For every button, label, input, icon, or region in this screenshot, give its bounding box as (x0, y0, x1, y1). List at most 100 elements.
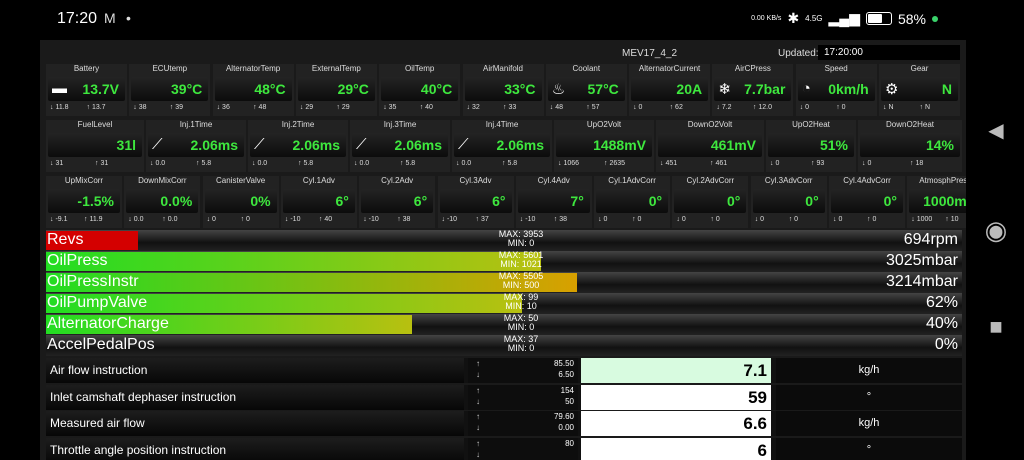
gauge-tile-alternatorcurrent[interactable]: AlternatorCurrent 20A ↓ 0 ↑ 62 (629, 64, 711, 116)
gauge-value: 0% (250, 193, 271, 209)
gauge-min: ↓ 0 (676, 216, 686, 223)
bar-label: Revs (47, 231, 84, 248)
gauge-value: 7° (570, 193, 584, 209)
bar-label: OilPumpValve (47, 294, 148, 311)
gauge-tile-inj-4time[interactable]: Inj.4Time ⟋ 2.06ms ↓ 0.0 ↑ 5.8 (452, 120, 552, 172)
gauge-label: Coolant (572, 64, 601, 73)
gauge-min: ↓ 48 (549, 104, 564, 111)
bar-gauge-oilpressinstr[interactable]: OilPressInstr MAX: 5505 MIN: 500 3214mbar (46, 272, 962, 293)
gauge-tile-oiltemp[interactable]: OilTemp 40°C ↓ 35 ↑ 40 (379, 64, 461, 116)
gauge-tile-cyl-1advcorr[interactable]: Cyl.1AdvCorr 0° ↓ 0 ↑ 0 (594, 176, 671, 228)
gauge-tile-cyl-1adv[interactable]: Cyl.1Adv 6° ↓ -10 ↑ 40 (280, 176, 357, 228)
gauge-max: ↑ 12.0 (752, 104, 772, 111)
gauge-max: ↑ 39 (169, 104, 184, 111)
gauge-tile-inj-1time[interactable]: Inj.1Time ⟋ 2.06ms ↓ 0.0 ↑ 5.8 (146, 120, 246, 172)
gauge-tile-inj-2time[interactable]: Inj.2Time ⟋ 2.06ms ↓ 0.0 ↑ 5.8 (248, 120, 348, 172)
gauge-value: 29°C (337, 81, 369, 97)
gauge-tile-cyl-2adv[interactable]: Cyl.2Adv 6° ↓ -10 ↑ 38 (359, 176, 436, 228)
table-row[interactable]: Air flow instruction ↑ ↓ 85.50 6.50 7.1 kg/h (46, 358, 962, 383)
gauge-label: Inj.3Time (383, 120, 417, 129)
bar-value: 62% (925, 294, 958, 311)
gauge-tile-downo2volt[interactable]: DownO2Volt 461mV ↓ 451 ↑ 461 (656, 120, 764, 172)
gauge-tile-airmanifold[interactable]: AirManifold 33°C ↓ 32 ↑ 33 (462, 64, 544, 116)
gauge-value-box: 0° (831, 189, 903, 213)
gauge-max: ↑ 5.8 (196, 160, 212, 167)
gauge-value-box: ⟋ 2.06ms (454, 133, 550, 157)
gauge-tile-ecutemp[interactable]: ECUtemp 39°C ↓ 38 ↑ 39 (129, 64, 211, 116)
gauge-tile-upmixcorr[interactable]: UpMixCorr -1.5% ↓ -9.1 ↑ 11.9 (46, 176, 122, 228)
gauge-value-box: ⟋ 2.06ms (148, 133, 244, 157)
bar-gauge-oilpress[interactable]: OilPress MAX: 5601 MIN: 1021 3025mbar (46, 251, 962, 272)
gauge-value: 57°C (587, 81, 619, 97)
gauge-min: ↓ 36 (216, 104, 230, 111)
gauge-tile-alternatortemp[interactable]: AlternatorTemp 48°C ↓ 36 ↑ 48 (212, 64, 294, 116)
gauge-tile-upo2volt[interactable]: UpO2Volt 1488mV ↓ 1066 ↑ 2635 (554, 120, 654, 172)
gauge-label: Cyl.3Adv (459, 176, 492, 185)
gauge-value-box: 461mV (658, 133, 762, 157)
gauge-label: AirCPress (734, 64, 771, 73)
battery-percent: 58% (897, 10, 926, 27)
gauge-value: 1000mb (923, 193, 966, 209)
bar-label: AlternatorCharge (47, 315, 169, 332)
gauge-tile-cyl-3advcorr[interactable]: Cyl.3AdvCorr 0° ↓ 0 ↑ 0 (750, 176, 827, 228)
gauge-tile-cyl-4adv[interactable]: Cyl.4Adv 7° ↓ -10 ↑ 38 (515, 176, 592, 228)
gauge-tile-downmixcorr[interactable]: DownMixCorr 0.0% ↓ 0.0 ↑ 0.0 (124, 176, 201, 228)
bar-gauge-accelpedalpos[interactable]: AccelPedalPos MAX: 37 MIN: 0 0% (46, 335, 962, 356)
gmail-icon: M (104, 10, 116, 26)
arrow-down-icon: ↓ (476, 449, 480, 459)
table-row[interactable]: Throttle angle position instruction ↑ ↓ 80 6… (46, 437, 962, 460)
gauge-tile-fuellevel[interactable]: FuelLevel 31l ↓ 31 ↑ 31 (46, 120, 144, 172)
gauge-max: ↑ 38 (553, 216, 568, 223)
gauge-tile-atmosphpress[interactable]: AtmosphPress 1000mb ↓ 1000 ↑ 10 (907, 176, 966, 228)
recents-icon[interactable]: ■ (968, 314, 1024, 340)
dot-icon: • (126, 10, 131, 26)
gauge-tile-externaltemp[interactable]: ExternalTemp 29°C ↓ 29 ↑ 29 (295, 64, 377, 116)
back-icon[interactable]: ◀ (968, 118, 1024, 143)
bar-gauge-revs[interactable]: Revs MAX: 3953 MIN: 0 694rpm (46, 230, 962, 251)
gauge-tile-cyl-3adv[interactable]: Cyl.3Adv 6° ↓ -10 ↑ 37 (437, 176, 514, 228)
gauge-max: ↑ 62 (669, 104, 683, 111)
gauge-tile-cyl-4advcorr[interactable]: Cyl.4AdvCorr 0° ↓ 0 ↑ 0 (829, 176, 905, 228)
table-row[interactable]: Inlet camshaft dephaser instruction ↑ ↓ 154… (46, 384, 962, 410)
bar-gauge-oilpumpvalve[interactable]: OilPumpValve MAX: 99 MIN: 10 62% (46, 293, 962, 314)
gauge-value-box: 0° (752, 189, 825, 213)
param-max: 80 (565, 438, 574, 448)
gauge-max: ↑ 31 (95, 160, 109, 167)
gauge-max: ↑ 0 (788, 216, 799, 223)
param-unit: kg/h (776, 411, 962, 436)
gauge-label: FuelLevel (77, 120, 113, 129)
gauge-max: ↑ 40 (419, 104, 433, 111)
gauge-tile-battery[interactable]: Battery ▬ 13.7V ↓ 11.8 ↑ 13.7 (46, 64, 127, 116)
gearshift-icon: ⚙ (885, 81, 899, 98)
gauge-tile-canistervalve[interactable]: CanisterValve 0% ↓ 0 ↑ 0 (202, 176, 279, 228)
gauge-tile-cyl-2advcorr[interactable]: Cyl.2AdvCorr 0° ↓ 0 ↑ 0 (672, 176, 749, 228)
param-max: 79.60 (553, 412, 574, 421)
table-row[interactable]: Measured air flow ↑ ↓ 79.60 0.00 6.6 kg/h (46, 411, 962, 436)
gauge-min: ↓ 0.0 (150, 160, 166, 167)
gauge-tile-coolant[interactable]: Coolant ♨ 57°C ↓ 48 ↑ 57 (545, 64, 627, 116)
gauge-min: ↓ -10 (441, 216, 458, 223)
gauge-tile-gear[interactable]: Gear ⚙ N ↓ N ↑ N (879, 64, 960, 116)
privacy-dot-icon (932, 15, 938, 22)
gauge-tile-speed[interactable]: Speed ◔ 0km/h ↓ 0 ↑ 0 (795, 64, 877, 116)
gauge-max: ↑ 11.9 (84, 216, 103, 223)
gauge-value: 0° (727, 193, 741, 209)
gauge-min: ↓ 0 (598, 216, 608, 223)
gauge-tile-inj-3time[interactable]: Inj.3Time ⟋ 2.06ms ↓ 0.0 ↑ 5.8 (350, 120, 450, 172)
param-unit: ° (776, 384, 962, 410)
param-max: 154 (560, 385, 574, 395)
gauge-tile-aircpress[interactable]: AirCPress ❄ 7.7bar ↓ 7.2 ↑ 12.0 (712, 64, 794, 116)
bar-gauge-alternatorcharge[interactable]: AlternatorCharge MAX: 50 MIN: 0 40% (46, 314, 962, 335)
gauge-max: ↑ 5.8 (298, 160, 314, 167)
gauge-value: 0° (805, 193, 819, 209)
gauge-min: ↓ N (883, 104, 894, 111)
gauge-row-1: Battery ▬ 13.7V ↓ 11.8 ↑ 13.7 ECUtemp 39°C ↓ 38… (46, 64, 962, 116)
gauge-value-box: ❄ 7.7bar (714, 77, 792, 101)
gauge-min: ↓ 0 (206, 216, 216, 223)
gauge-min: ↓ 0 (770, 160, 780, 167)
gauge-tile-upo2heat[interactable]: UpO2Heat 51% ↓ 0 ↑ 93 (766, 120, 856, 172)
home-icon[interactable]: ◉ (968, 215, 1024, 246)
injector-icon: ⟋ (458, 136, 469, 153)
gauge-min: ↓ -10 (363, 216, 379, 223)
gauge-tile-downo2heat[interactable]: DownO2Heat 14% ↓ 0 ↑ 18 (858, 120, 962, 172)
